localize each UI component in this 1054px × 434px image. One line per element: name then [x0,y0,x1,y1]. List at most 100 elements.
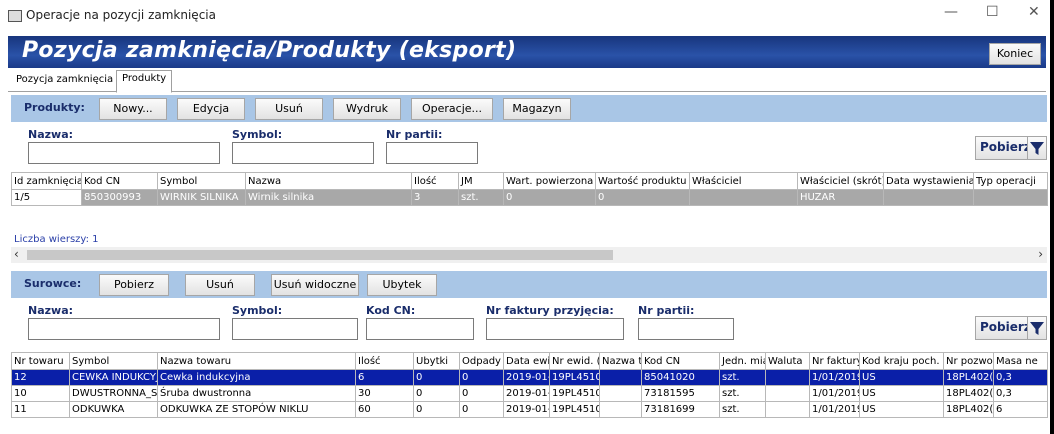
column-header[interactable]: Kod CN [641,352,720,370]
column-header[interactable]: Kod kraju poch. [859,352,944,370]
surowce-usun-button[interactable]: Usuń [185,274,255,296]
usun-widoczne-button[interactable]: Usuń widoczne [271,274,359,296]
surowce-filter-icon[interactable] [1027,316,1047,340]
column-header[interactable]: Odpady [459,352,504,370]
table-cell: 1/01/2019 [809,385,860,402]
table-cell: 60 [355,401,414,418]
nowy-button[interactable]: Nowy... [99,98,167,120]
column-header[interactable]: Jedn. mia [719,352,766,370]
surowce-label: Surowce: [24,277,82,290]
table-cell: szt. [719,369,766,386]
table-cell: 12 [11,369,70,386]
operacje-button[interactable]: Operacje... [411,98,493,120]
table-row-selected[interactable]: 12 CEWKA INDUKCYJI Cewka indukcyjna 6 0 … [11,369,1048,386]
column-header[interactable]: Masa ne [993,352,1048,370]
produkty-toolbar: Produkty: Nowy... Edycja Usuń Wydruk Ope… [11,95,1047,122]
table-cell: 11 [11,401,70,418]
close-window-button[interactable]: ✕ [1028,4,1040,20]
column-header[interactable]: Nr pozwo [943,352,994,370]
table-cell: 0 [459,401,504,418]
produkty-nr-partii-input[interactable] [386,142,478,164]
horizontal-scrollbar[interactable]: ‹ › [11,247,1047,263]
column-header[interactable]: Symbol [157,172,246,190]
column-header[interactable]: Typ operacji [973,172,1048,190]
produkty-table: Id zamknięcia Kod CN Symbol Nazwa Ilość … [11,172,1048,206]
table-cell: HUZAR [797,189,884,206]
table-cell: 0 [459,369,504,386]
tab-bar: Pozycja zamknięcia Produkty [8,70,1046,93]
column-header[interactable]: Nr ewid. ( [549,352,600,370]
maximize-button[interactable]: ☐ [986,4,999,20]
table-cell: 0 [459,385,504,402]
column-header[interactable]: Nazwa [245,172,412,190]
produkty-header-row: Id zamknięcia Kod CN Symbol Nazwa Ilość … [11,172,1048,190]
column-header[interactable]: Wartość produktu [595,172,690,190]
table-cell: CEWKA INDUKCYJI [69,369,158,386]
nr-faktury-label: Nr faktury przyjęcia: [486,304,614,317]
table-cell: 85041020 [641,369,720,386]
surowce-nr-faktury-input[interactable] [486,318,624,340]
table-cell: 19PL4510 [549,369,600,386]
column-header[interactable]: Id zamknięcia [11,172,82,190]
column-header[interactable]: Symbol [69,352,158,370]
close-form-button[interactable]: Koniec [989,43,1041,65]
table-cell: 19PL4510 [549,385,600,402]
table-row[interactable]: 10 DWUSTRONNA_SR Śruba dwustronna 30 0 0… [11,385,1048,402]
ubytek-button[interactable]: Ubytek [367,274,437,296]
table-cell: 2019-01- [503,401,550,418]
kod-cn-label: Kod CN: [366,304,416,317]
nazwa-label: Nazwa: [28,304,74,317]
column-header[interactable]: Waluta [765,352,810,370]
column-header[interactable]: Data ewid [503,352,550,370]
surowce-pobierz-button[interactable]: Pobierz [99,274,169,296]
produkty-symbol-input[interactable] [232,142,374,164]
scroll-left-icon[interactable]: ‹ [14,247,19,261]
table-cell: 30 [355,385,414,402]
column-header[interactable]: JM [458,172,504,190]
surowce-kod-cn-input[interactable] [366,318,474,340]
column-header[interactable]: Wart. powierzona [503,172,596,190]
scroll-thumb[interactable] [27,250,613,260]
magazyn-button[interactable]: Magazyn [503,98,571,120]
window-title: Operacje na pozycji zamknięcia [26,8,216,22]
column-header[interactable]: Właściciel (skrót) [797,172,884,190]
column-header[interactable]: Ilość [355,352,414,370]
minimize-button[interactable]: — [944,4,958,20]
table-cell: 19PL4510 [549,401,600,418]
tab-produkty[interactable]: Produkty [116,70,173,93]
column-header[interactable]: Nazwa to [599,352,642,370]
column-header[interactable]: Data wystawienia [883,172,974,190]
tab-pozycja-zamkniecia[interactable]: Pozycja zamknięcia [11,72,118,87]
produkty-nazwa-input[interactable] [28,142,220,164]
edycja-button[interactable]: Edycja [177,98,245,120]
surowce-nr-partii-input[interactable] [638,318,734,340]
column-header[interactable]: Nr towaru [11,352,70,370]
column-header[interactable]: Kod CN [81,172,158,190]
surowce-nazwa-input[interactable] [28,318,220,340]
surowce-table: Nr towaru Symbol Nazwa towaru Ilość Ubyt… [11,352,1048,418]
application-window: Operacje na pozycji zamknięcia — ☐ ✕ Poz… [0,0,1050,434]
produkty-label: Produkty: [24,101,85,114]
surowce-filter: Nazwa: Symbol: Kod CN: Nr faktury przyję… [11,300,1047,346]
surowce-symbol-input[interactable] [232,318,358,340]
scroll-right-icon[interactable]: › [1038,247,1043,261]
column-header[interactable]: Właściciel [689,172,798,190]
table-row[interactable]: 11 ODKUWKA ODKUWKA ZE STOPÓW NIKLU 60 0 … [11,401,1048,418]
table-cell: 0 [413,369,460,386]
produkty-filter-icon[interactable] [1027,136,1047,160]
table-cell: 6 [355,369,414,386]
table-cell: 1/01/2019 [809,369,860,386]
usun-button[interactable]: Usuń [255,98,323,120]
table-row[interactable]: 1/5 850300993 WIRNIK SILNIKA Wirnik siln… [11,189,1048,206]
column-header[interactable]: Nazwa towaru [157,352,356,370]
column-header[interactable]: Nr faktury p [809,352,860,370]
table-cell [599,401,642,418]
symbol-label: Symbol: [232,304,283,317]
column-header[interactable]: Ilość [411,172,459,190]
table-cell: 0 [413,401,460,418]
table-cell: US [859,385,944,402]
wydruk-button[interactable]: Wydruk [333,98,401,120]
symbol-label: Symbol: [232,128,283,141]
column-header[interactable]: Ubytki [413,352,460,370]
table-cell: 1/01/2019 [809,401,860,418]
